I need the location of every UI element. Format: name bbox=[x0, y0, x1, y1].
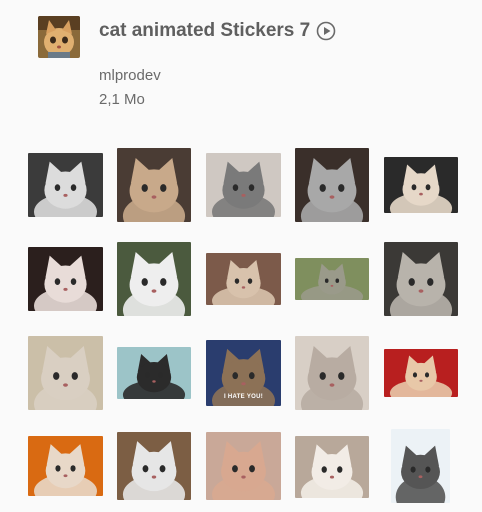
play-circle-icon[interactable] bbox=[316, 21, 336, 41]
cat-pack-icon bbox=[38, 16, 80, 58]
sticker-chubby-grey-cat[interactable] bbox=[295, 336, 369, 410]
sticker-caption: I HATE YOU! bbox=[223, 394, 264, 400]
sticker-white-cat-lying[interactable] bbox=[117, 242, 191, 316]
sticker-white-cat-mouth-open[interactable] bbox=[28, 247, 103, 311]
sticker-cats-dancing[interactable] bbox=[117, 432, 191, 500]
sticker-cat-sleeping[interactable] bbox=[384, 349, 458, 397]
pack-size: 2,1 Mo bbox=[99, 91, 145, 108]
sticker-tabby-cat-face[interactable] bbox=[117, 148, 191, 222]
sticker-fluffy-white-cat[interactable] bbox=[28, 153, 103, 217]
sticker-cat-in-sunglasses[interactable] bbox=[295, 258, 369, 300]
sticker-i-hate-you-cat[interactable]: I HATE YOU! bbox=[206, 340, 281, 406]
sticker-cat-pouncing[interactable] bbox=[384, 157, 458, 213]
pack-title: cat animated Stickers 7 bbox=[99, 20, 336, 42]
sticker-cat-in-beanie[interactable] bbox=[295, 148, 369, 222]
sticker-grey-cat-yawning[interactable] bbox=[206, 153, 281, 217]
sticker-sphynx-cat-in-sweater[interactable] bbox=[206, 432, 281, 500]
publisher-name[interactable]: mlprodev bbox=[99, 67, 161, 84]
sticker-white-kitten-eating[interactable] bbox=[295, 436, 369, 498]
sticker-cartoon-tom-cat[interactable] bbox=[117, 347, 191, 399]
pack-title-text: cat animated Stickers 7 bbox=[99, 20, 311, 41]
sticker-cat-by-fire[interactable] bbox=[28, 436, 103, 496]
sticker-grey-white-cat[interactable] bbox=[384, 242, 458, 316]
sticker-cat-on-bed[interactable] bbox=[28, 336, 103, 410]
sticker-grumpy-cat[interactable] bbox=[206, 253, 281, 305]
sticker-cat-dancing-standing[interactable] bbox=[391, 429, 450, 503]
